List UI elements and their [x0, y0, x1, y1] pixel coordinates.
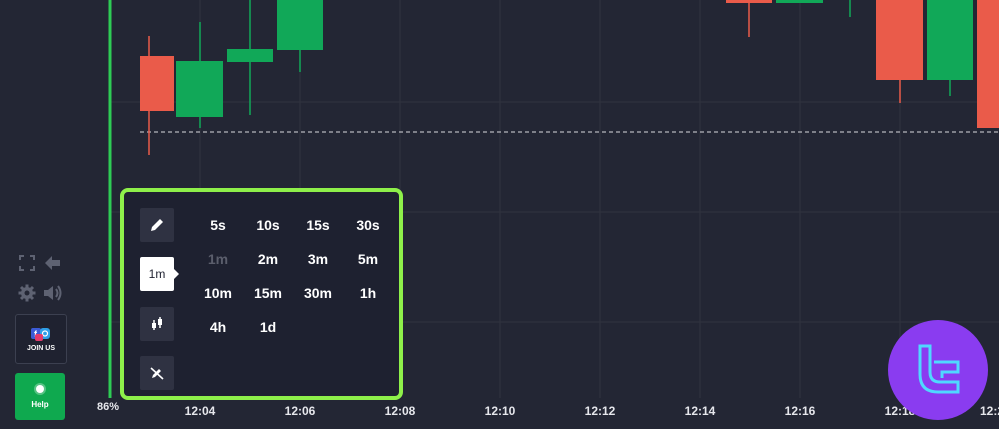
fullscreen-icon[interactable] — [17, 253, 37, 273]
timeframe-option[interactable]: 1d — [245, 319, 291, 335]
candle — [726, 0, 772, 37]
join-us-button[interactable]: f JOIN US — [15, 314, 67, 364]
timeframe-option[interactable]: 5s — [195, 217, 241, 233]
timeframe-option[interactable]: 3m — [295, 251, 341, 267]
logo-icon — [918, 344, 960, 394]
status-dot-icon — [36, 384, 44, 393]
x-tick-label: 12:2 — [979, 404, 999, 418]
crossed-pencil-icon — [150, 367, 164, 380]
candle — [140, 36, 174, 155]
social-icon: f — [31, 327, 50, 341]
timeframe-selected-label: 1m — [148, 267, 166, 281]
back-arrow-icon[interactable] — [43, 253, 63, 273]
x-tick-label: 12:16 — [784, 404, 816, 418]
candle — [176, 22, 223, 128]
x-tick-label: 12:08 — [384, 404, 416, 418]
timeframe-option[interactable]: 15s — [295, 217, 341, 233]
x-tick-label: 12:04 — [184, 404, 216, 418]
timeframe-option[interactable]: 4h — [195, 319, 241, 335]
timeframe-option[interactable]: 30m — [295, 285, 341, 301]
candle — [927, 0, 973, 96]
draw-tool-button[interactable] — [140, 208, 174, 242]
timeframe-option-current: 1m — [207, 251, 229, 267]
candle — [277, 0, 323, 72]
x-tick-label: 12:12 — [584, 404, 616, 418]
clear-drawings-button[interactable] — [140, 356, 174, 390]
timer-percent: 86% — [97, 401, 120, 413]
pencil-icon — [151, 219, 163, 231]
candle — [977, 0, 999, 128]
timeframe-option[interactable]: 15m — [245, 285, 291, 301]
chart-type-button[interactable] — [140, 307, 174, 341]
x-tick-label: 12:14 — [684, 404, 716, 418]
help-label: Help — [31, 399, 49, 409]
join-us-label: JOIN US — [26, 344, 55, 352]
timeframe-option[interactable]: 10m — [195, 285, 241, 301]
candle — [227, 0, 273, 115]
gear-icon[interactable] — [17, 283, 37, 303]
help-button[interactable]: Help — [15, 373, 65, 420]
timeframe-option[interactable]: 2m — [245, 251, 291, 267]
timeframe-button[interactable]: 1m — [140, 257, 179, 291]
watermark-logo — [888, 320, 988, 420]
x-tick-label: 12:06 — [284, 404, 316, 418]
candlestick-icon — [152, 317, 162, 330]
sound-icon[interactable] — [43, 283, 63, 303]
timeframe-option[interactable]: 30s — [345, 217, 391, 233]
candle — [876, 0, 923, 103]
candle — [776, 0, 823, 3]
x-tick-label: 12:10 — [484, 404, 516, 418]
timeframe-option[interactable]: 1h — [345, 285, 391, 301]
timeframe-option[interactable]: 5m — [345, 251, 391, 267]
timeframe-popup: 1m 5s 10s 15s 30s 1m 2m 3m 5m 10m 15m 30… — [120, 188, 403, 400]
timeframe-option[interactable]: 10s — [245, 217, 291, 233]
